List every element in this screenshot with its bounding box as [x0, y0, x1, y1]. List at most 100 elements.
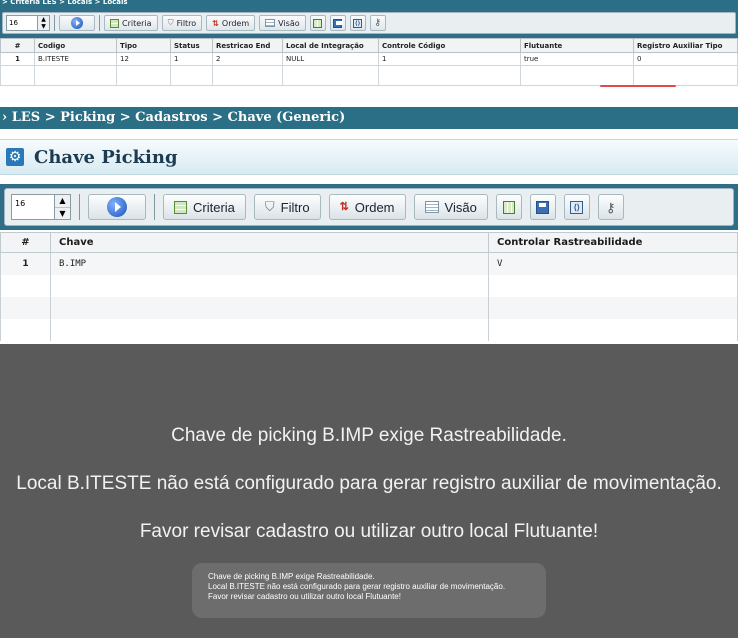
toolbar: 16 ▲ ▼ Criteria ⛉ Filtro ⇅ Ordem Visão ⟨⟩ ⚷	[0, 184, 738, 230]
table-cell: 2	[212, 52, 283, 66]
column-header[interactable]: Codigo	[34, 38, 117, 53]
code-icon: ⟨⟩	[353, 18, 363, 28]
run-button[interactable]	[88, 194, 146, 220]
toast-line-3: Favor revisar cadastro ou utilizar outro…	[208, 592, 401, 601]
column-header[interactable]: Local de Integração	[282, 38, 379, 53]
column-header[interactable]: Controle Código	[378, 38, 521, 53]
column-header-chave[interactable]: Chave	[50, 232, 489, 253]
toast-notification[interactable]: Chave de picking B.IMP exige Rastreabili…	[192, 563, 546, 618]
order-label: Ordem	[354, 199, 395, 215]
red-underline-annotation	[600, 85, 676, 87]
down-arrow-icon[interactable]: ▼	[55, 207, 70, 220]
table-cell: 1	[170, 52, 213, 66]
table-row-empty	[0, 296, 738, 319]
order-button[interactable]: ⇅ Ordem	[328, 194, 406, 220]
save-button[interactable]	[529, 194, 556, 220]
top-run-button[interactable]	[59, 15, 95, 31]
down-arrow-icon[interactable]: ▼	[38, 23, 49, 30]
column-header-number[interactable]: #	[0, 232, 51, 253]
sort-az-icon: ⇅	[339, 200, 349, 213]
top-spinner-arrows[interactable]: ▲ ▼	[37, 16, 49, 30]
grid-header: # Chave Controlar Rastreabilidade	[0, 232, 738, 253]
spinner-arrows[interactable]: ▲ ▼	[54, 195, 70, 219]
list-icon	[265, 19, 276, 27]
up-arrow-icon[interactable]: ▲	[38, 16, 49, 23]
toast-line-1: Chave de picking B.IMP exige Rastreabili…	[208, 572, 375, 581]
table-cell: 0	[633, 52, 738, 66]
screen: > Criteria LES > Locals > Locals 16 ▲ ▼ C…	[0, 0, 738, 638]
key-icon: ⚷	[374, 18, 381, 28]
top-page-size-value: 16	[9, 19, 18, 27]
code-icon: ⟨⟩	[570, 200, 584, 214]
top-order-button[interactable]: ⇅ Ordem	[206, 15, 256, 31]
page-size-value: 16	[15, 199, 26, 208]
top-criteria-label: Criteria	[122, 18, 152, 28]
table-cell	[116, 65, 171, 86]
top-export-button[interactable]	[309, 15, 326, 31]
page-size-spinner[interactable]: 16 ▲ ▼	[11, 194, 71, 220]
top-table-header: # Codigo Tipo Status Restricao End Local…	[0, 38, 738, 53]
page-title: Chave Picking	[34, 146, 178, 168]
chave-grid: # Chave Controlar Rastreabilidade 1 B.IM…	[0, 232, 738, 341]
table-cell: NULL	[282, 52, 379, 66]
column-header[interactable]: #	[0, 38, 35, 53]
table-row-empty	[0, 65, 738, 86]
table-cell	[0, 296, 51, 319]
top-locals-table: # Codigo Tipo Status Restricao End Local…	[0, 38, 738, 86]
column-header[interactable]: Flutuante	[520, 38, 634, 53]
top-filter-button[interactable]: ⛉ Filtro	[161, 15, 203, 31]
table-cell	[488, 318, 738, 341]
gear-icon: ⚙	[6, 148, 24, 166]
top-separator	[99, 15, 100, 31]
top-criteria-button[interactable]: Criteria	[104, 15, 158, 31]
column-header[interactable]: Registro Auxiliar Tipo	[633, 38, 738, 53]
column-header[interactable]: Tipo	[116, 38, 171, 53]
table-cell: 1	[0, 52, 35, 66]
top-breadcrumb: > Criteria LES > Locals > Locals	[0, 0, 738, 8]
breadcrumb: › LES > Picking > Cadastros > Chave (Gen…	[0, 107, 738, 129]
column-header[interactable]: Restricao End	[212, 38, 283, 53]
play-icon	[71, 17, 83, 29]
top-order-label: Ordem	[221, 18, 250, 28]
table-cell	[520, 65, 634, 86]
table-cell: true	[520, 52, 634, 66]
column-header[interactable]: Status	[170, 38, 213, 53]
code-button[interactable]: ⟨⟩	[563, 194, 590, 220]
top-toolbar: 16 ▲ ▼ Criteria ⛉ Filtro ⇅ Ordem Visão ⟨⟩ ⚷	[0, 8, 738, 38]
table-cell	[212, 65, 283, 86]
up-arrow-icon[interactable]: ▲	[55, 195, 70, 207]
table-row[interactable]: 1 B.IMP V	[0, 252, 738, 275]
table-cell	[0, 65, 35, 86]
table-row-empty	[0, 318, 738, 341]
filter-button[interactable]: ⛉ Filtro	[253, 194, 321, 220]
export-button[interactable]	[495, 194, 522, 220]
save-icon	[333, 18, 344, 28]
column-header-rastreabilidade[interactable]: Controlar Rastreabilidade	[488, 232, 738, 253]
list-icon	[424, 201, 439, 213]
filter-label: Filtro	[280, 199, 310, 215]
toolbar-separator	[154, 194, 155, 220]
toast-line-2: Local B.ITESTE não está configurado para…	[208, 582, 506, 591]
message-line-2: Local B.ITESTE não está configurado para…	[16, 473, 722, 494]
view-button[interactable]: Visão	[413, 194, 488, 220]
play-icon	[107, 197, 127, 217]
sort-icon: ⇅	[212, 18, 219, 28]
table-cell	[50, 296, 489, 319]
top-code-button[interactable]: ⟨⟩	[349, 15, 366, 31]
cell-rastreabilidade: V	[488, 252, 738, 275]
top-save-button[interactable]	[329, 15, 346, 31]
top-view-button[interactable]: Visão	[259, 15, 306, 31]
table-cell	[50, 274, 489, 297]
toolbar-inner: 16 ▲ ▼ Criteria ⛉ Filtro ⇅ Ordem Visão ⟨⟩ ⚷	[4, 188, 734, 226]
table-cell: B.ITESTE	[34, 52, 117, 66]
top-key-button[interactable]: ⚷	[369, 15, 386, 31]
table-cell	[633, 65, 738, 86]
save-icon	[536, 200, 550, 214]
table-row-empty	[0, 274, 738, 297]
criteria-button[interactable]: Criteria	[163, 194, 246, 220]
key-button[interactable]: ⚷	[597, 194, 624, 220]
top-page-size-spinner[interactable]: 16 ▲ ▼	[6, 15, 50, 31]
table-row[interactable]: 1 B.ITESTE 12 1 2 NULL 1 true 0	[0, 52, 738, 66]
funnel-icon: ⛉	[264, 199, 275, 214]
view-label: Visão	[444, 199, 477, 215]
